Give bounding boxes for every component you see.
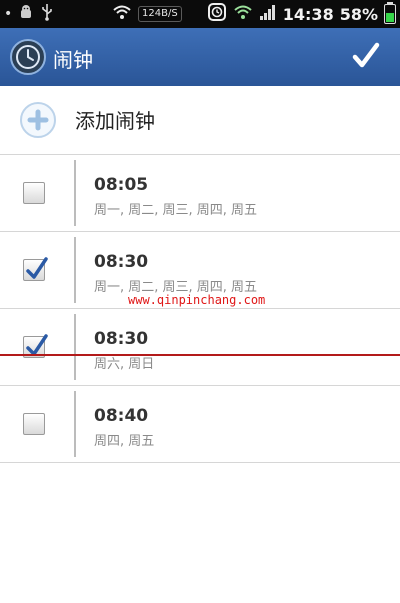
title-bar: 闹钟 (0, 28, 400, 86)
alarm-item-3[interactable]: 08:30 周六, 周日 (0, 309, 400, 386)
signal-icon (259, 3, 277, 25)
divider (74, 391, 76, 457)
alarm-time: 08:30 (94, 329, 149, 349)
alarm-item-4[interactable]: 08:40 周四, 周五 (0, 386, 400, 463)
checkmark-icon (26, 257, 48, 279)
usb-icon (40, 3, 54, 25)
status-bar-mid: 124B/S (112, 4, 182, 24)
alarm-days: 周一, 周二, 周三, 周四, 周五 (94, 203, 258, 218)
wifi-status-icon (233, 4, 253, 24)
alarm-checkbox[interactable] (23, 257, 48, 281)
alarm-checkbox[interactable] (23, 182, 45, 204)
network-speed: 124B/S (138, 6, 182, 22)
android-icon (18, 4, 34, 24)
divider (74, 314, 76, 380)
notification-dot-icon: • (4, 6, 13, 22)
alarm-time: 08:05 (94, 175, 149, 195)
confirm-button[interactable] (350, 40, 382, 72)
divider (74, 237, 76, 303)
page-title: 闹钟 (53, 48, 93, 72)
status-bar-right: 14:38 58% (207, 2, 396, 26)
clock-icon (10, 39, 46, 75)
add-alarm-row[interactable]: 添加闹钟 (0, 86, 400, 155)
alarm-checkbox[interactable] (23, 413, 45, 435)
plus-circle-icon (20, 102, 56, 138)
battery-icon (384, 2, 396, 24)
checkmark-icon (352, 42, 380, 68)
wifi-icon (112, 4, 132, 24)
status-bar-left: • (4, 4, 54, 24)
alarm-time: 08:40 (94, 406, 149, 426)
battery-percent: 58% (339, 4, 378, 24)
red-annotation-line (0, 354, 400, 356)
status-time: 14:38 (282, 4, 334, 24)
add-alarm-label: 添加闹钟 (75, 109, 155, 133)
alarm-time: 08:30 (94, 252, 149, 272)
status-bar: • 124B/S 14:38 58% (0, 0, 400, 28)
alarm-item-1[interactable]: 08:05 周一, 周二, 周三, 周四, 周五 (0, 155, 400, 232)
watermark-text: www.qinpinchang.com (128, 293, 266, 307)
battery-level (386, 13, 394, 22)
alarm-clock-icon (207, 2, 227, 26)
alarm-days: 周四, 周五 (94, 434, 155, 449)
divider (74, 160, 76, 226)
